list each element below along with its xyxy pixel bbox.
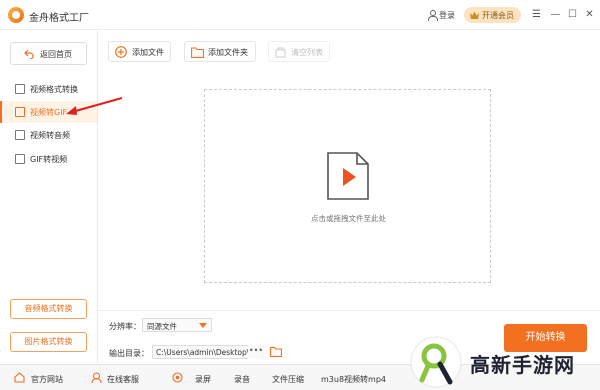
audio-format-button[interactable]: 音频格式转换 xyxy=(10,299,87,319)
vip-label: 开通会员 xyxy=(482,11,514,20)
clear-list-label: 清空列表 xyxy=(291,48,323,57)
add-file-button[interactable]: 添加文件 xyxy=(108,41,171,62)
return-icon xyxy=(24,49,34,59)
app-title: 金舟格式工厂 xyxy=(29,13,89,24)
clear-list-button[interactable]: 清空列表 xyxy=(268,41,330,62)
home-icon xyxy=(14,372,25,383)
audio-record-link[interactable]: 录音 xyxy=(234,374,250,385)
add-file-label: 添加文件 xyxy=(132,48,164,57)
gif-icon xyxy=(15,154,25,164)
sidebar-item-label: 视频转GIF xyxy=(30,108,68,117)
screen-record-link[interactable]: 录屏 xyxy=(195,374,211,385)
menu-icon[interactable]: ☰ xyxy=(530,8,543,21)
crown-icon xyxy=(470,11,479,19)
add-circle-icon xyxy=(115,46,127,58)
screen-record-icon xyxy=(172,372,183,383)
sidebar-item-label: GIF转视频 xyxy=(30,155,68,164)
resolution-select[interactable]: 同源文件 xyxy=(142,318,212,332)
user-icon[interactable] xyxy=(428,10,438,21)
app-logo-icon xyxy=(8,7,24,23)
chevron-down-icon xyxy=(199,323,207,328)
file-drop-zone[interactable]: 点击或拖拽文件至此处 xyxy=(204,89,491,283)
folder-add-icon xyxy=(191,47,204,58)
audio-icon xyxy=(15,130,25,140)
file-compress-link[interactable]: 文件压缩 xyxy=(272,374,304,385)
login-link[interactable]: 登录 xyxy=(439,10,455,21)
support-icon xyxy=(91,372,102,383)
sidebar-item-label: 视频转音频 xyxy=(30,131,70,140)
folder-open-icon[interactable] xyxy=(270,347,282,357)
clear-icon xyxy=(275,47,286,58)
sidebar-item-gif-to-video[interactable]: GIF转视频 xyxy=(0,148,97,170)
minimize-icon[interactable]: — xyxy=(549,8,562,21)
video-file-icon xyxy=(327,152,369,200)
resolution-value: 同源文件 xyxy=(147,322,177,331)
sidebar-item-label: 视频格式转换 xyxy=(30,85,78,94)
watermark-logo-icon xyxy=(410,336,462,388)
back-home-button[interactable]: 返回首页 xyxy=(10,42,87,65)
official-site-link[interactable]: 官方网站 xyxy=(31,374,63,385)
image-icon xyxy=(15,107,25,117)
resolution-label: 分辨率： xyxy=(109,322,141,331)
watermark-text: 高新手游网 xyxy=(470,353,575,377)
drop-hint: 点击或拖拽文件至此处 xyxy=(311,214,386,223)
close-icon[interactable]: ✕ xyxy=(583,8,596,21)
output-dir-label: 输出目录： xyxy=(109,349,149,358)
m3u8-convert-link[interactable]: m3u8视频转mp4 xyxy=(321,374,386,385)
start-convert-button[interactable]: 开始转换 xyxy=(504,324,587,352)
title-bar: 金舟格式工厂 登录 开通会员 ☰ — ☐ ✕ xyxy=(0,0,600,30)
output-path-value: C:\Users\admin\Desktop\ xyxy=(156,348,250,357)
vip-button[interactable]: 开通会员 xyxy=(464,7,521,23)
add-folder-button[interactable]: 添加文件夹 xyxy=(184,41,256,62)
online-support-link[interactable]: 在线客服 xyxy=(107,374,139,385)
add-folder-label: 添加文件夹 xyxy=(208,48,248,57)
sidebar: 返回首页 视频格式转换 视频转GIF 视频转音频 GIF转视频 音频格式转换 图… xyxy=(0,31,98,363)
maximize-icon[interactable]: ☐ xyxy=(566,8,579,21)
annotation-arrow-icon xyxy=(66,97,123,115)
back-home-label: 返回首页 xyxy=(40,50,72,59)
browse-more-button[interactable]: ••• xyxy=(248,345,264,359)
sidebar-item-video-to-audio[interactable]: 视频转音频 xyxy=(0,124,97,146)
video-icon xyxy=(15,84,25,94)
image-format-button[interactable]: 图片格式转换 xyxy=(10,332,87,352)
